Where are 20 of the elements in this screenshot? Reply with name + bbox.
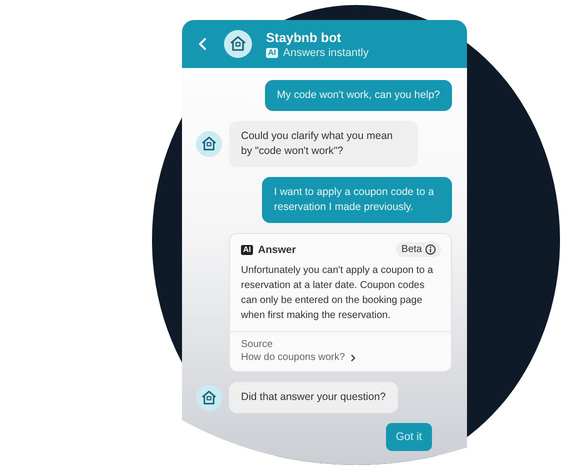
user-message: I want to apply a coupon code to a reservation I made previously. (262, 177, 452, 223)
info-icon (425, 244, 436, 255)
answer-text: Unfortunately you can't apply a coupon to a reservation at a later date. Coupon codes can only be entered on the booking page when first making the reservation. (240, 264, 434, 323)
beta-tag[interactable]: Beta (396, 242, 441, 257)
answer-title: Answer (258, 244, 297, 256)
bot-message: Could you clarify what you mean by "code won't work"? (229, 121, 418, 167)
bot-avatar-icon (196, 384, 222, 410)
ai-badge: AI (266, 48, 278, 58)
chevron-icon (350, 354, 356, 362)
status-text: Answers instantly (283, 46, 369, 58)
back-icon (198, 37, 208, 51)
bot-avatar-icon (196, 131, 222, 157)
bot-message: Did that answer your question? (229, 382, 398, 413)
source-label: Source (241, 339, 274, 350)
ai-badge: AI (241, 244, 253, 254)
bot-avatar-icon (224, 30, 252, 58)
quick-reply-button[interactable]: Got it (386, 423, 432, 451)
source-link[interactable]: How do coupons work? (241, 352, 440, 363)
bot-name: Staybnb bot (266, 30, 342, 44)
user-message: My code won't work, can you help? (264, 80, 452, 111)
